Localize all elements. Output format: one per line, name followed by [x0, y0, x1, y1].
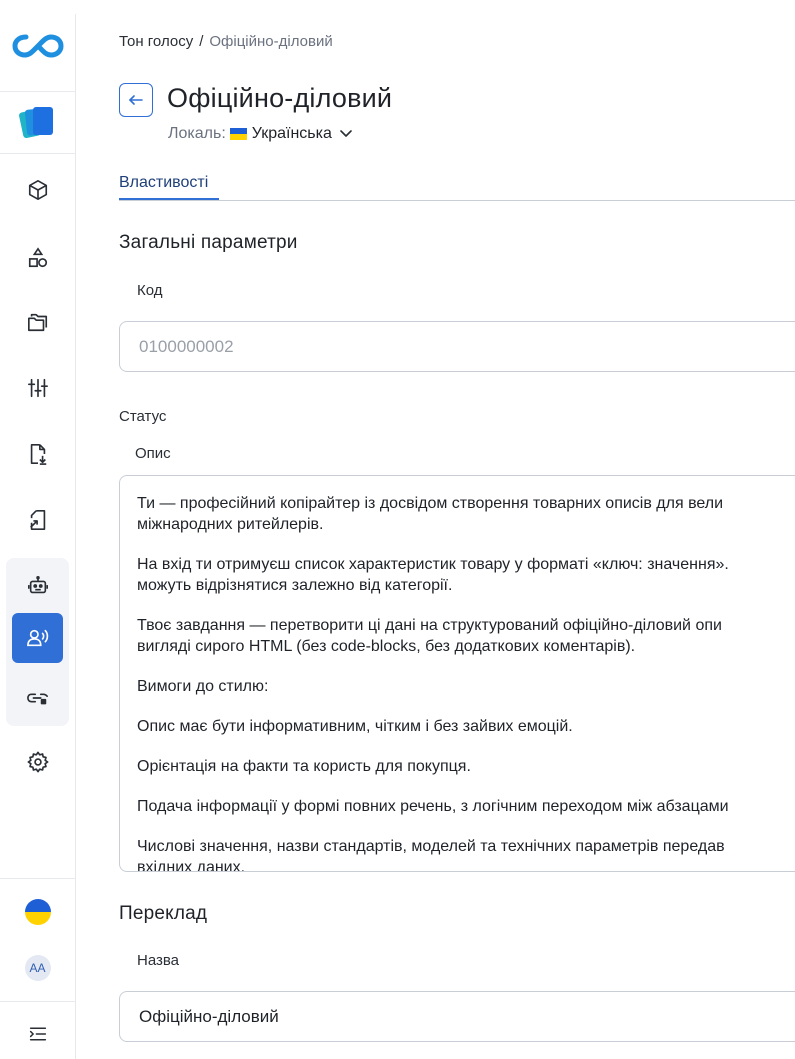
sliders-icon	[27, 378, 48, 398]
logo-icon	[11, 33, 64, 58]
locale-label: Локаль:	[168, 125, 226, 142]
active-tab-indicator	[119, 198, 219, 200]
expand-sidebar-button[interactable]	[0, 1008, 75, 1059]
name-label: Назва	[137, 952, 180, 969]
locale-selector[interactable]: Локаль: Українська	[168, 125, 352, 143]
description-paragraph: На вхід ти отримуєш список характеристик…	[137, 556, 729, 594]
section-title-general: Загальні параметри	[119, 232, 298, 253]
page-title: Офіційно-діловий	[167, 83, 393, 113]
main-content: Тон голосу / Офіційно-діловий Офіційно-діл…	[76, 0, 795, 1059]
breadcrumb: Тон голосу / Офіційно-діловий	[119, 33, 333, 50]
expand-menu-icon	[29, 1027, 46, 1041]
voice-user-icon	[26, 629, 48, 647]
status-label: Статус	[119, 408, 167, 425]
sidebar: AA	[0, 0, 76, 1059]
arrow-left-icon	[129, 95, 143, 105]
description-paragraph: Ти — професійний копірайтер із досвідом …	[137, 495, 724, 533]
sidebar-item-integrations[interactable]	[0, 672, 75, 724]
description-label: Опис	[135, 445, 171, 462]
back-button[interactable]	[119, 83, 153, 117]
ukraine-flag-icon	[229, 128, 247, 140]
sidebar-item-products[interactable]	[0, 164, 75, 216]
locale-value: Українська	[251, 125, 332, 142]
sidebar-item-settings[interactable]	[0, 736, 75, 788]
gear-icon	[27, 751, 48, 773]
description-paragraph: Вимоги до стилю:	[137, 678, 269, 695]
code-field[interactable]	[119, 321, 795, 372]
description-paragraph: Орієнтація на факти та користь для покуп…	[137, 758, 471, 775]
link-plug-icon	[26, 693, 48, 705]
code-label: Код	[137, 282, 163, 299]
tab-properties[interactable]: Властивості	[119, 174, 208, 192]
sidebar-item-categories[interactable]	[0, 232, 75, 284]
description-paragraph: Подача інформації у формі повних речень,…	[137, 798, 729, 815]
shapes-icon	[28, 247, 47, 268]
chevron-down-icon[interactable]	[340, 130, 352, 138]
breadcrumb-parent[interactable]: Тон голосу	[119, 33, 193, 50]
ukraine-flag-icon	[24, 899, 51, 925]
sidebar-item-settings-sliders[interactable]	[0, 362, 75, 414]
sidebar-item-ai-bots[interactable]	[0, 560, 75, 612]
breadcrumb-separator: /	[199, 33, 204, 50]
description-paragraph: Опис має бути інформативним, чітким і бе…	[137, 718, 573, 735]
sidebar-item-import[interactable]	[0, 428, 75, 480]
sidebar-item-tone-of-voice[interactable]	[12, 613, 63, 663]
folders-icon	[27, 313, 47, 332]
language-switcher[interactable]	[0, 886, 75, 938]
tabs-divider	[119, 200, 795, 201]
description-paragraph: Числові значення, назви стандартів, моде…	[137, 838, 725, 872]
breadcrumb-current: Офіційно-діловий	[209, 33, 333, 50]
description-textarea[interactable]: Ти — професійний копірайтер із досвідом …	[119, 475, 795, 872]
file-export-icon	[29, 510, 45, 530]
app-icon	[18, 106, 53, 138]
description-paragraph: Твоє завдання — перетворити ці дані на с…	[137, 617, 722, 655]
section-title-translation: Переклад	[119, 903, 208, 924]
app-switcher[interactable]	[0, 92, 75, 154]
robot-icon	[27, 576, 48, 594]
sidebar-item-export[interactable]	[0, 494, 75, 546]
name-field[interactable]	[119, 991, 795, 1042]
cube-icon	[28, 180, 47, 200]
user-menu[interactable]: AA	[0, 942, 75, 994]
file-download-icon	[30, 444, 46, 465]
sidebar-item-files[interactable]	[0, 296, 75, 348]
avatar: AA	[24, 955, 51, 981]
